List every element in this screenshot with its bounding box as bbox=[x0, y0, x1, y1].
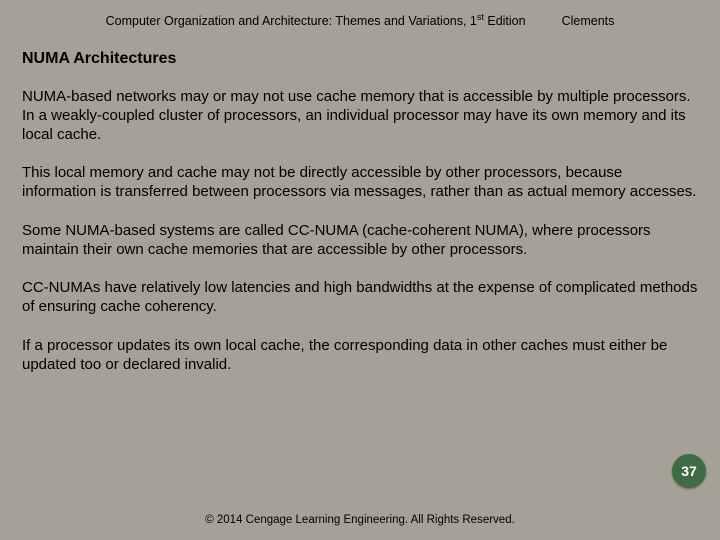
page-number-badge: 37 bbox=[672, 454, 706, 488]
paragraph: Some NUMA-based systems are called CC-NU… bbox=[22, 222, 698, 260]
paragraph: NUMA-based networks may or may not use c… bbox=[22, 88, 698, 144]
slide: Computer Organization and Architecture: … bbox=[0, 0, 720, 540]
header-line: Computer Organization and Architecture: … bbox=[22, 12, 698, 28]
page-number: 37 bbox=[681, 463, 697, 479]
paragraph: This local memory and cache may not be d… bbox=[22, 164, 698, 202]
book-title-suffix: Edition bbox=[484, 14, 526, 28]
paragraph: CC-NUMAs have relatively low latencies a… bbox=[22, 279, 698, 317]
footer-copyright: © 2014 Cengage Learning Engineering. All… bbox=[0, 514, 720, 526]
book-title-prefix: Computer Organization and Architecture: … bbox=[106, 14, 477, 28]
author-name: Clements bbox=[562, 14, 615, 28]
edition-ordinal: st bbox=[477, 12, 484, 22]
section-title: NUMA Architectures bbox=[22, 50, 698, 68]
paragraph: If a processor updates its own local cac… bbox=[22, 337, 698, 375]
